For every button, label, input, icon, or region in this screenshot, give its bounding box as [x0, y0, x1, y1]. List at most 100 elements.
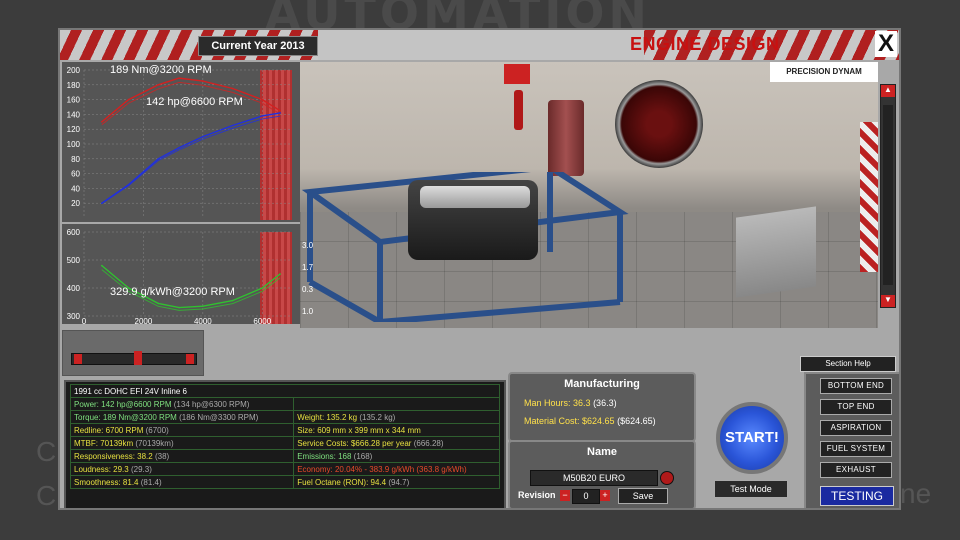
stats-row: Redline: 6700 RPM (6700) Size: 609 mm x … [69, 423, 500, 437]
fan-icon [615, 80, 703, 168]
revision-plus-button[interactable]: + [600, 490, 610, 501]
nav-top-end[interactable]: TOP END [820, 399, 892, 415]
data-point [157, 84, 160, 86]
y-tick-label: 160 [67, 96, 81, 105]
torque-power-chart: 200 180 160 140 120 100 80 60 40 20 189 Nm@3200 R… [62, 62, 300, 222]
right-axis-tick: 1.0 [302, 307, 314, 316]
stats-row: Loudness: 29.3 (29.3) Economy: 20.04% - … [69, 462, 500, 476]
nav-exhaust[interactable]: EXHAUST [820, 462, 892, 478]
start-button[interactable]: START! [716, 402, 788, 474]
stats-row: MTBF: 70139km (70139km) Service Costs: $… [69, 436, 500, 450]
right-axis-tick: 1.7 [302, 263, 314, 272]
manufacturing-panel: Manufacturing Man Hours: 36.3 (36.3) Mat… [508, 372, 696, 442]
y-tick-label: 100 [67, 140, 81, 149]
nav-testing[interactable]: TESTING [820, 486, 894, 506]
engine-model [408, 180, 538, 260]
stats-row: Responsiveness: 38.2 (38) Emissions: 168… [69, 449, 500, 463]
data-point [261, 98, 264, 101]
data-point [202, 135, 204, 138]
rpm-slider[interactable] [71, 351, 197, 365]
data-point [157, 302, 160, 305]
data-point [261, 287, 264, 289]
engine-name-field[interactable]: M50B20 EURO [530, 470, 658, 486]
material-cost: Material Cost: $624.65 ($624.65) [524, 416, 656, 426]
test-mode-button[interactable]: Test Mode [714, 480, 788, 498]
right-axis-tick: 3.0 [302, 241, 314, 250]
right-axis-tick: 0.3 [302, 285, 314, 294]
fuel-tank-icon [736, 206, 816, 298]
stats-row: Torque: 189 Nm@3200 RPM (186 Nm@3300 RPM… [69, 410, 500, 424]
slider-left-icon[interactable] [74, 354, 82, 364]
data-point [101, 121, 103, 123]
data-point [261, 115, 264, 117]
stats-table: 1991 cc DOHC EFI 24V Inline 6 Power: 142… [69, 384, 500, 489]
data-point [101, 202, 103, 204]
fuel-consumption-plot: 600500400300 [67, 228, 292, 321]
fire-extinguisher-icon [514, 90, 523, 130]
right-axis: 3.0 1.7 0.3 1.0 [302, 241, 314, 316]
screen-title: ENGINE DESIGN [630, 34, 780, 54]
power-annotation: 142 hp@6600 RPM [146, 96, 243, 108]
data-point [101, 264, 103, 267]
stats-row: Smoothness: 81.4 (81.4) Fuel Octane (RON… [69, 475, 500, 489]
x-tick-label: 2000 [135, 317, 153, 326]
manufacturing-title: Manufacturing [564, 378, 640, 390]
scroll-up-icon[interactable]: ▲ [881, 85, 895, 97]
y-tick-label: 60 [71, 170, 80, 179]
name-panel: Name M50B20 EURO Revision − 0 + Save [508, 440, 696, 508]
engine-stats-panel: 1991 cc DOHC EFI 24V Inline 6 Power: 142… [64, 380, 506, 508]
section-nav: BOTTOM END TOP END ASPIRATION FUEL SYSTE… [804, 372, 899, 508]
name-title: Name [587, 446, 617, 458]
name-edit-button[interactable] [660, 471, 674, 485]
viewport-scrollbar[interactable]: ▲ ▼ [880, 84, 896, 308]
engine-3d-viewport[interactable]: PRECISION DYNAM [300, 62, 878, 328]
engine-design-window: Current Year 2013 ENGINE DESIGN X PRECIS… [58, 28, 901, 510]
y-tick-label: 180 [67, 81, 81, 90]
y-tick-label: 200 [67, 66, 81, 75]
current-year: Current Year 2013 [198, 36, 318, 56]
data-point [279, 109, 281, 112]
titlebar: Current Year 2013 ENGINE DESIGN X [60, 30, 899, 60]
torque-annotation: 189 Nm@3200 RPM [110, 64, 212, 76]
close-button[interactable]: X [875, 31, 897, 57]
series-line-1 [101, 112, 281, 204]
y-tick-label: 40 [71, 184, 80, 193]
data-point [127, 183, 130, 186]
save-button[interactable]: Save [618, 488, 668, 504]
nav-bottom-end[interactable]: BOTTOM END [820, 378, 892, 394]
data-point [279, 112, 281, 114]
engine-spec-header: 1991 cc DOHC EFI 24V Inline 6 [70, 384, 500, 398]
nav-fuel-system[interactable]: FUEL SYSTEM [820, 441, 892, 457]
data-point [178, 306, 180, 309]
slider-knob[interactable] [134, 351, 142, 365]
y-tick-label: 120 [67, 125, 81, 134]
nav-aspiration[interactable]: ASPIRATION [820, 420, 892, 436]
scroll-down-icon[interactable]: ▼ [881, 295, 895, 307]
background-right-text: ne [900, 478, 932, 509]
data-point [202, 305, 204, 307]
data-point [178, 146, 180, 149]
dyno-brand-sign: PRECISION DYNAM [770, 62, 878, 82]
data-point [231, 299, 234, 302]
bsfc-annotation: 329.9 g/kWh@3200 RPM [110, 286, 235, 298]
revision-label: Revision [518, 490, 556, 500]
stats-row: Power: 142 hp@6600 RPM (134 hp@6300 RPM) [69, 397, 500, 411]
revision-value: 0 [572, 489, 600, 504]
data-point [231, 124, 234, 127]
man-hours: Man Hours: 36.3 (36.3) [524, 398, 617, 408]
warning-sign-icon [504, 64, 530, 84]
section-help-button[interactable]: Section Help [800, 356, 896, 372]
scroll-thumb[interactable] [883, 105, 893, 285]
data-point [157, 158, 160, 160]
fuel-consumption-chart: 600 500 400 300 329.9 g/kWh@3200 RPM [62, 224, 300, 324]
x-tick-label: 0 [82, 317, 87, 326]
slider-right-icon[interactable] [186, 354, 194, 364]
y-tick-label: 600 [67, 228, 81, 237]
data-point [279, 273, 281, 275]
revision-minus-button[interactable]: − [560, 490, 570, 501]
barrel-icon [548, 100, 584, 176]
y-tick-label: 500 [67, 256, 81, 265]
background-left-text: C C [36, 436, 57, 511]
data-point [178, 77, 180, 79]
data-point [202, 80, 204, 82]
